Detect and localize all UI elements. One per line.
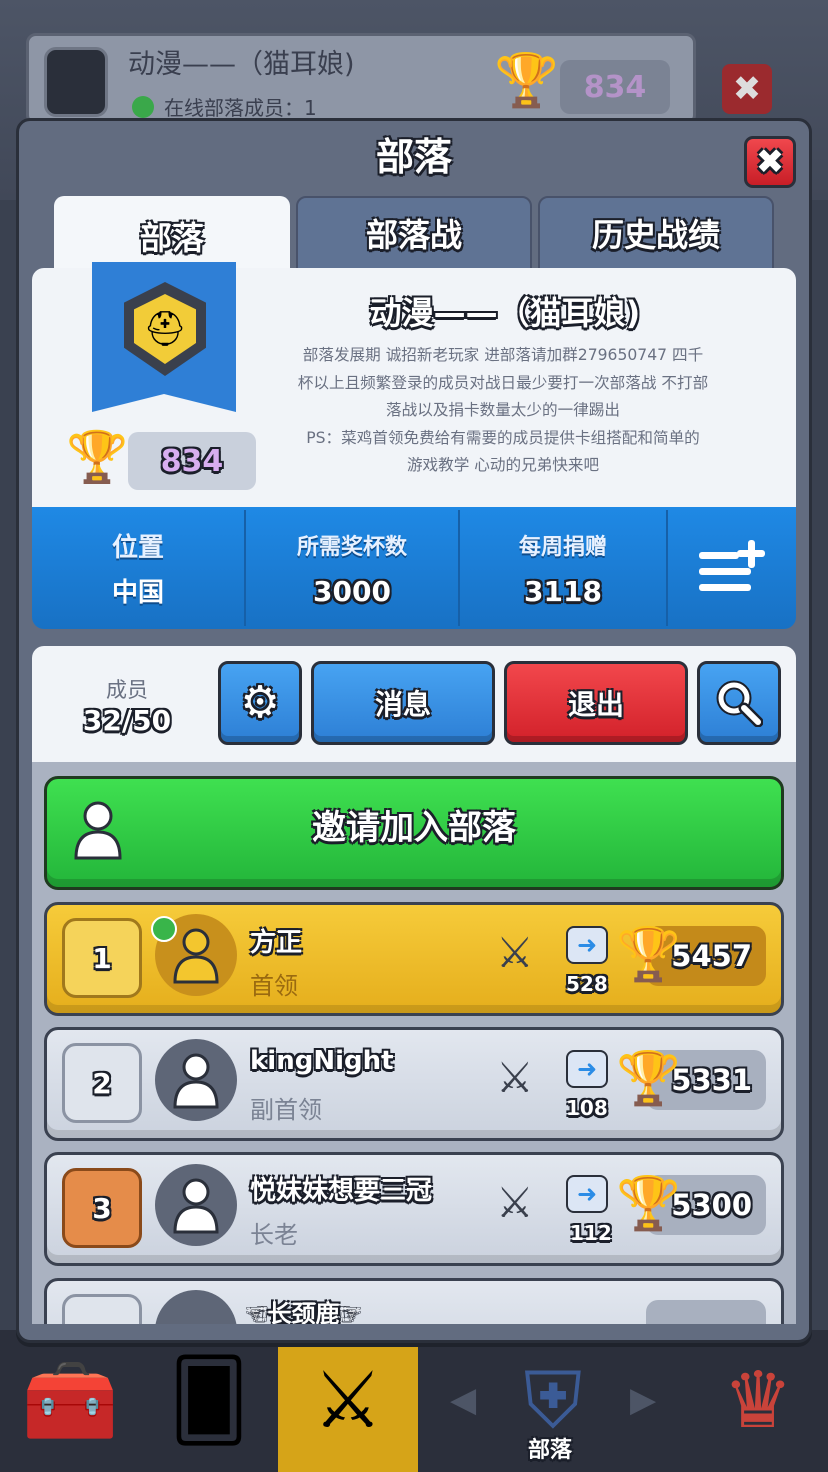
donation-icon: ➜ [566,1050,608,1088]
location-label: 位置 [111,533,164,563]
cards-icon: 🂠 [169,1356,249,1446]
member-row-clip: ☜长颈鹿☞ [32,1270,796,1324]
background-online-text: 在线部落成员：1 [164,96,317,120]
trophy-icon: 🏆 [616,1049,681,1109]
member-name: 方正 [250,928,303,958]
member-name: 悦妹妹想要三冠 [250,1176,433,1206]
member-role: 副首领 [250,1096,322,1124]
member-rank [62,1294,142,1324]
list-add-icon [699,540,765,591]
laurel-crown-icon: ♛ [723,1356,793,1446]
trophy-icon: 🏆 [66,428,129,486]
tab-clan-war[interactable]: 部落战 [296,196,532,270]
nav-right-arrow-icon: ▶ [630,1380,657,1420]
clan-war-icon: ⚔ [496,928,534,977]
close-icon: ✖ [755,142,785,182]
member-donations: 528 [566,972,608,996]
close-button[interactable]: ✖ [744,136,796,188]
avatar [155,1039,237,1121]
nav-shop-button[interactable]: 🧰 [0,1330,140,1472]
donation-icon: ➜ [566,926,608,964]
member-rank: 1 [62,918,142,998]
background-trophy-count: 834 [560,60,670,114]
stat-required-trophies: 所需奖杯数 3000 [246,507,458,629]
modal-title: 部落 [375,135,452,179]
settings-button[interactable]: ⚙ [218,661,302,745]
background-clan-name: 动漫——（猫耳娘) [128,49,355,80]
member-rank: 3 [62,1168,142,1248]
clan-name: 动漫——（猫耳娘) [369,294,641,332]
members-count: 32/50 [82,704,172,737]
location-value: 中国 [111,578,164,608]
background-trophy-icon: 🏆 [494,51,559,111]
required-trophies-value: 3000 [313,574,391,608]
member-role: 首领 [250,972,298,1000]
clan-war-icon: ⚔ [496,1053,534,1102]
online-status-icon [151,916,177,942]
member-role: 长老 [250,1221,298,1249]
stat-weekly-donations: 每周捐赠 3118 [460,507,666,629]
trophy-icon: 🏆 [616,1174,681,1234]
member-name: ☜长颈鹿☞ [246,1300,362,1324]
nav-left-arrow-icon: ◀ [450,1380,477,1420]
member-donations: 112 [570,1221,612,1245]
clan-trophy-count: 834 [128,432,256,490]
member-rank: 2 [62,1043,142,1123]
nav-cards-button[interactable]: 🂠 [140,1330,278,1472]
nav-clan-label: 部落 [528,1438,573,1463]
clan-shield-icon: ⛨ [523,1356,583,1446]
invite-to-clan-label: 邀请加入部落 [312,808,516,848]
nav-events-button[interactable]: ♛ [688,1330,828,1472]
trophy-icon: 🏆 [616,925,681,985]
weekly-donations-label: 每周捐赠 [518,534,607,560]
leave-clan-button[interactable]: 退出 [504,661,688,745]
member-name: kingNight [250,1046,394,1076]
search-icon [716,680,763,727]
tab-war-history[interactable]: 历史战绩 [538,196,774,270]
member-trophies [646,1300,766,1324]
required-trophies-label: 所需奖杯数 [296,534,407,560]
background-clan-badge [44,47,108,117]
member-donations: 108 [566,1096,608,1120]
background-close-icon: ✖ [722,64,772,114]
person-icon [173,1053,219,1109]
nav-battle-button[interactable]: ⚔ [278,1330,418,1472]
person-icon [173,928,219,984]
members-label: 成员 [106,678,148,702]
weekly-donations-value: 3118 [524,574,602,608]
online-status-icon [132,96,154,118]
chest-icon: 🧰 [21,1356,119,1446]
stat-location: 位置 中国 [32,507,244,629]
avatar [155,1164,237,1246]
messages-button[interactable]: 消息 [311,661,495,745]
gear-icon: ⚙ [240,677,280,728]
donation-icon: ➜ [566,1175,608,1213]
clan-description: 部落发展期 诚招新老玩家 进部落请加群279650747 四千 杯以上且频繁登录… [297,346,709,474]
crossed-swords-icon: ⚔ [313,1356,383,1446]
person-icon [173,1178,219,1234]
clan-options-button[interactable] [668,507,796,629]
search-button[interactable] [697,661,781,745]
clan-war-icon: ⚔ [496,1178,534,1227]
